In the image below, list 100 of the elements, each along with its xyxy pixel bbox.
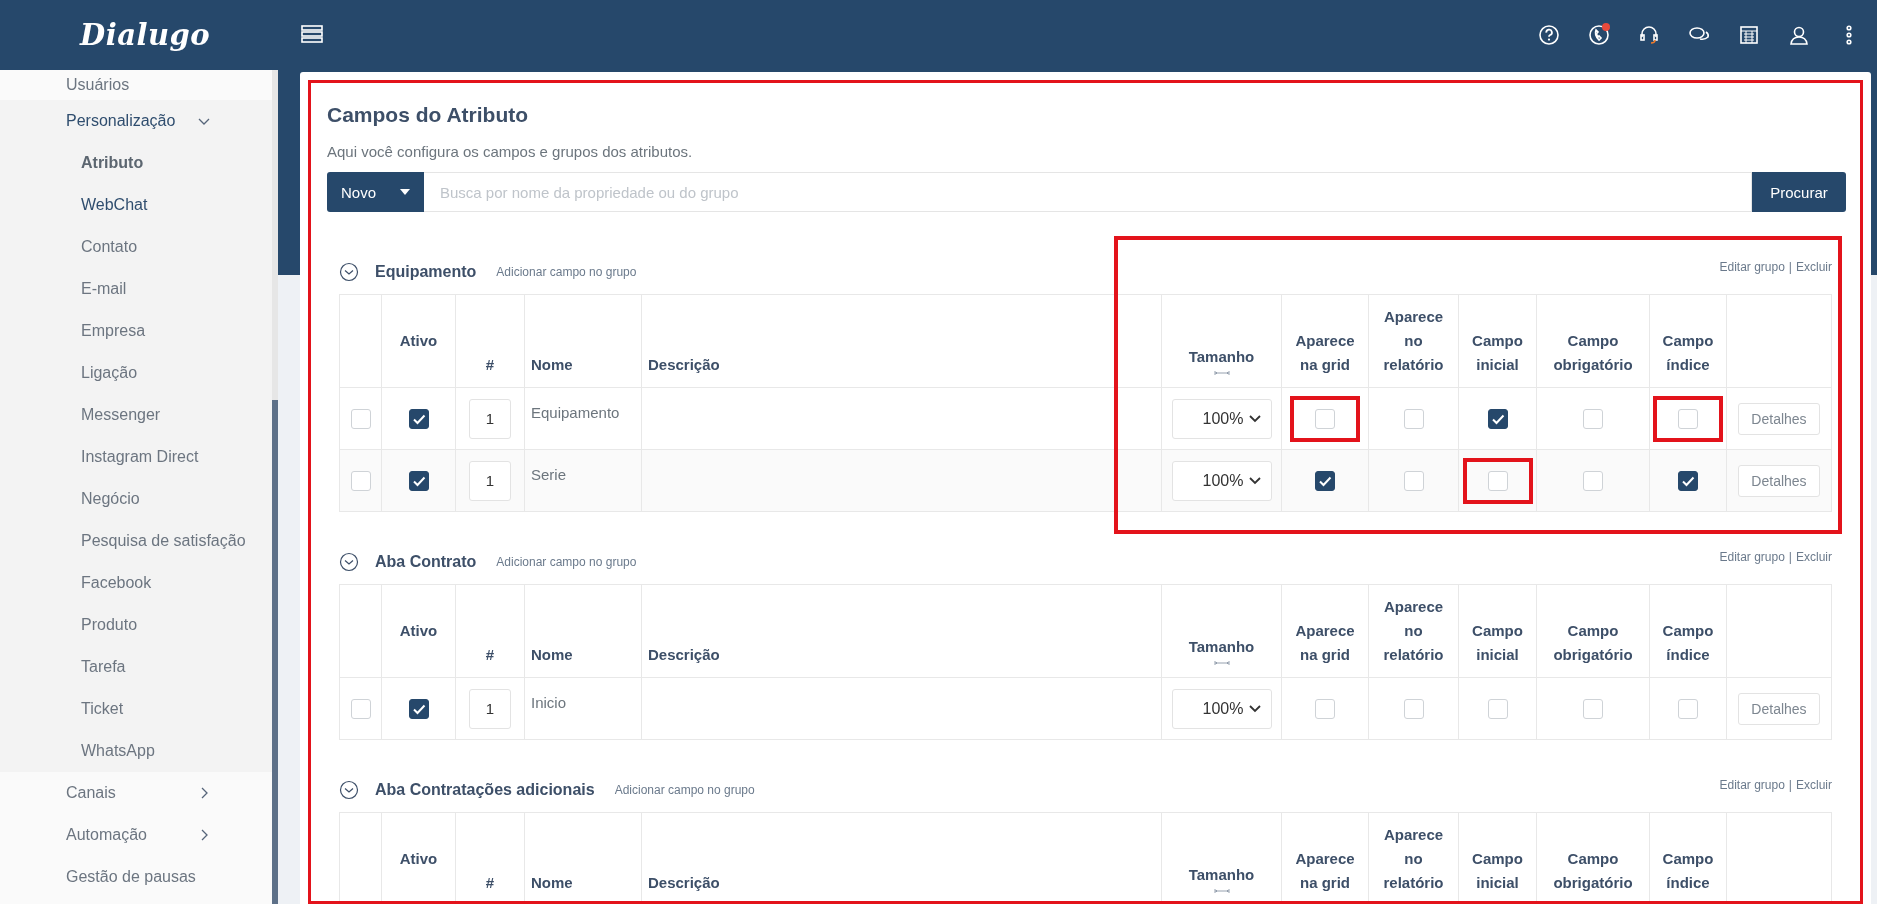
column-header: #: [485, 645, 495, 665]
chevron-icon: [1248, 414, 1261, 423]
collapse-toggle-icon[interactable]: [339, 262, 359, 282]
column-header: Campo inicial: [1471, 849, 1524, 893]
page-subtitle: Aqui você configura os campos e grupos dos atributos.: [327, 143, 694, 160]
edit-group-link[interactable]: Editar grupo: [1719, 260, 1785, 274]
menu-button[interactable]: [300, 24, 324, 46]
sidebar-item[interactable]: Gestão de pausas: [0, 856, 272, 898]
column-header: Campo inicial: [1471, 621, 1524, 665]
resize-icon: [1213, 887, 1230, 895]
column-header: Campo índice: [1661, 621, 1715, 665]
edit-group-link[interactable]: Editar grupo: [1719, 550, 1785, 564]
checkbox[interactable]: [1315, 470, 1335, 491]
sidebar-subitem[interactable]: Empresa: [0, 310, 272, 352]
details-button[interactable]: Detalhes: [1738, 692, 1820, 725]
link-separator: |: [1788, 778, 1792, 792]
column-header: Campo obrigatório: [1552, 331, 1634, 375]
sidebar-subitem[interactable]: Tarefa: [0, 646, 272, 688]
column-header: Tamanho: [1188, 637, 1255, 657]
order-field[interactable]: 1: [469, 398, 511, 439]
sidebar-subitem[interactable]: WhatsApp: [0, 730, 272, 772]
add-field-link[interactable]: Adicionar campo no grupo: [614, 783, 755, 797]
sidebar-item[interactable]: Usuários: [0, 70, 272, 100]
collapse-toggle-icon[interactable]: [339, 780, 359, 800]
link-separator: |: [1788, 260, 1792, 274]
column-header: Aparece na grid: [1294, 621, 1356, 665]
sidebar-item[interactable]: Personalização: [0, 100, 272, 142]
sidebar-subitem[interactable]: Facebook: [0, 562, 272, 604]
search-button[interactable]: Procurar: [1752, 172, 1846, 212]
sidebar-subitem[interactable]: Produto: [0, 604, 272, 646]
sidebar-subitem[interactable]: Contato: [0, 226, 272, 268]
order-field[interactable]: 1: [469, 688, 511, 729]
add-field-link[interactable]: Adicionar campo no grupo: [496, 555, 637, 569]
column-header: Nome: [531, 873, 573, 893]
column-header: Campo obrigatório: [1552, 621, 1634, 665]
column-header: #: [485, 873, 495, 893]
sidebar-subitem[interactable]: Ligação: [0, 352, 272, 394]
delete-group-link[interactable]: Excluir: [1796, 260, 1832, 274]
size-select[interactable]: 100%: [1171, 688, 1272, 729]
column-header: Aparece no relatório: [1382, 597, 1445, 665]
resize-icon: [1213, 369, 1230, 377]
delete-group-link[interactable]: Excluir: [1796, 778, 1832, 792]
column-header: Descrição: [648, 873, 720, 893]
column-header: Aparece no relatório: [1382, 307, 1445, 375]
column-header: Descrição: [648, 355, 720, 375]
sidebar-subitem[interactable]: Negócio: [0, 478, 272, 520]
sidebar-item[interactable]: Automação: [0, 814, 272, 856]
sidebar-subitem[interactable]: Messenger: [0, 394, 272, 436]
column-header: Descrição: [648, 645, 720, 665]
table-cell: Equipamento: [524, 387, 642, 450]
column-header: Aparece no relatório: [1382, 825, 1445, 893]
delete-group-link[interactable]: Excluir: [1796, 550, 1832, 564]
group-name: Aba Contratações adicionais: [375, 781, 595, 799]
checkbox[interactable]: [408, 698, 429, 719]
edit-group-link[interactable]: Editar grupo: [1719, 778, 1785, 792]
sidebar-item[interactable]: Canais: [0, 772, 272, 814]
column-header: Nome: [531, 355, 573, 375]
caret-icon: [400, 189, 410, 195]
page-title: Campos do Atributo: [327, 103, 530, 127]
order-field[interactable]: 1: [469, 460, 511, 501]
sidebar-subitem[interactable]: Instagram Direct: [0, 436, 272, 478]
column-header: #: [485, 355, 495, 375]
column-header: Aparece na grid: [1294, 331, 1356, 375]
logo: Dialugo: [78, 18, 212, 52]
checkbox[interactable]: [1678, 470, 1698, 491]
chevron-icon: [1248, 476, 1261, 485]
link-separator: |: [1788, 550, 1792, 564]
table-cell: Inicio: [524, 677, 642, 740]
checkbox[interactable]: [408, 470, 429, 491]
column-header: Tamanho: [1188, 865, 1255, 885]
column-header: Ativo: [399, 621, 438, 641]
column-header: Campo índice: [1661, 849, 1715, 893]
column-header: Tamanho: [1188, 347, 1255, 367]
group-name: Aba Contrato: [375, 553, 477, 571]
column-header: Aparece na grid: [1294, 849, 1356, 893]
checkbox[interactable]: [1487, 408, 1508, 429]
details-button[interactable]: Detalhes: [1738, 464, 1820, 497]
column-header: Nome: [531, 645, 573, 665]
sidebar-subitem[interactable]: WebChat: [0, 184, 272, 226]
size-select[interactable]: 100%: [1171, 460, 1272, 501]
size-select[interactable]: 100%: [1171, 398, 1272, 439]
table-cell: Serie: [524, 449, 642, 512]
column-header: Campo inicial: [1471, 331, 1524, 375]
column-header: Campo obrigatório: [1552, 849, 1634, 893]
sidebar-subitem[interactable]: E-mail: [0, 268, 272, 310]
column-header: Ativo: [399, 849, 438, 869]
chevron-icon: [1248, 704, 1261, 713]
resize-icon: [1213, 659, 1230, 667]
checkbox[interactable]: [408, 408, 429, 429]
sidebar-subitem[interactable]: Atributo: [0, 142, 272, 184]
add-field-link[interactable]: Adicionar campo no grupo: [496, 265, 637, 279]
new-dropdown-button[interactable]: Novo: [327, 172, 424, 212]
column-header: Campo índice: [1661, 331, 1715, 375]
group-name: Equipamento: [375, 263, 477, 281]
sidebar-subitem[interactable]: Pesquisa de satisfação: [0, 520, 272, 562]
search-field[interactable]: Busca por nome da propriedade ou do grupo: [424, 172, 1752, 212]
sidebar-subitem[interactable]: Ticket: [0, 688, 272, 730]
details-button[interactable]: Detalhes: [1738, 402, 1820, 435]
column-header: Ativo: [399, 331, 438, 351]
collapse-toggle-icon[interactable]: [339, 552, 359, 572]
